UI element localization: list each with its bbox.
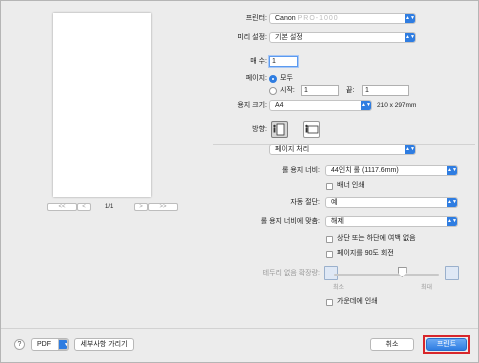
- printer-label: 프린터:: [245, 15, 267, 22]
- updown-arrow-icon: ▲▼: [447, 217, 457, 226]
- presets-value: 기본 설정: [275, 34, 303, 41]
- updown-arrow-icon: ▲▼: [361, 101, 371, 110]
- updown-arrow-icon: ▲▼: [405, 145, 415, 154]
- pages-from-input[interactable]: 1: [301, 85, 339, 96]
- paper-size-select[interactable]: A4 ▲▼: [269, 100, 372, 111]
- no-margin-checkbox[interactable]: [326, 236, 333, 243]
- landscape-icon: [305, 124, 319, 134]
- orientation-label: 방향:: [252, 126, 267, 133]
- presets-select[interactable]: 기본 설정 ▲▼: [269, 32, 416, 43]
- printer-model-obscured: PRO-1000: [297, 15, 339, 22]
- updown-arrow-icon: ▲▼: [447, 166, 457, 175]
- page-preview: [53, 13, 151, 197]
- paper-size-value: A4: [275, 102, 284, 109]
- pdf-label: PDF: [37, 341, 51, 348]
- rotate-90-checkbox[interactable]: [326, 251, 333, 258]
- no-margin-label: 상단 또는 하단에 여백 없음: [337, 235, 416, 242]
- next-page-button[interactable]: >: [134, 203, 148, 211]
- slider-max-label: 최대: [421, 285, 433, 291]
- min-extension-icon: [324, 266, 338, 280]
- rotate-90-label: 페이지를 90도 회전: [337, 250, 394, 257]
- auto-cut-value: 예: [331, 199, 338, 206]
- roll-width-value: 44인치 롤 (1117.6mm): [331, 167, 399, 174]
- last-page-icon: >>: [159, 204, 167, 210]
- first-page-icon: <<: [58, 204, 66, 210]
- fit-roll-value: 해제: [331, 218, 344, 225]
- max-extension-icon: [445, 266, 459, 280]
- portrait-orientation-button[interactable]: [271, 121, 288, 138]
- print-button-highlight: [423, 335, 470, 354]
- center-print-label: 가운데에 인쇄: [337, 298, 378, 305]
- auto-cut-label: 자동 절단:: [290, 199, 320, 206]
- portrait-icon: [273, 123, 285, 136]
- fit-roll-label: 롤 용지 너비에 맞춤:: [260, 218, 320, 225]
- pages-all-label: 모두: [280, 75, 293, 82]
- updown-arrow-icon: ▲▼: [405, 14, 415, 23]
- fit-roll-select[interactable]: 해제 ▲▼: [325, 216, 458, 227]
- first-page-button[interactable]: <<: [47, 203, 77, 211]
- pages-from-label: 시작:: [280, 87, 295, 94]
- updown-arrow-icon: ▲▼: [405, 33, 415, 42]
- section-select[interactable]: 페이지 처리 ▲▼: [269, 144, 416, 155]
- pdf-menu-button[interactable]: PDF ▼: [31, 338, 69, 351]
- copies-input[interactable]: 1: [269, 56, 298, 67]
- pages-range-radio[interactable]: [269, 87, 277, 95]
- landscape-orientation-button[interactable]: [303, 121, 320, 138]
- prev-page-button[interactable]: <: [77, 203, 91, 211]
- roll-width-label: 롤 용지 너비:: [281, 167, 320, 174]
- center-print-checkbox[interactable]: [326, 299, 333, 306]
- printer-select[interactable]: Canon PRO-1000 ▲▼: [269, 13, 416, 24]
- presets-label: 미리 설정:: [237, 34, 267, 41]
- borderless-extension-slider[interactable]: [334, 274, 439, 276]
- next-page-icon: >: [139, 204, 143, 210]
- help-button[interactable]: ?: [14, 339, 25, 350]
- prev-page-icon: <: [82, 204, 86, 210]
- roll-width-select[interactable]: 44인치 롤 (1117.6mm) ▲▼: [325, 165, 458, 176]
- help-icon: ?: [17, 341, 22, 348]
- pages-all-radio[interactable]: [269, 75, 277, 83]
- pages-to-input[interactable]: 1: [362, 85, 409, 96]
- page-count: 1/1: [105, 204, 114, 210]
- copies-label: 매 수:: [250, 58, 267, 65]
- pages-label: 페이지:: [245, 75, 267, 82]
- printer-value: Canon: [275, 15, 296, 22]
- section-value: 페이지 처리: [275, 146, 310, 153]
- hide-details-button[interactable]: 세부사항 가리기: [74, 338, 134, 351]
- slider-min-label: 최소: [333, 285, 345, 291]
- banner-print-checkbox[interactable]: [326, 183, 333, 190]
- print-dialog: << < 1/1 > >> 프린터: Canon PRO-1000 ▲▼ 미리 …: [0, 0, 479, 363]
- paper-dimensions: 210 x 297mm: [377, 102, 417, 109]
- borderless-extension-label: 테두리 없음 확장량:: [262, 270, 320, 277]
- pages-to-label: 끝:: [346, 87, 355, 94]
- banner-print-label: 배너 인쇄: [337, 182, 365, 189]
- footer-divider: [1, 328, 478, 329]
- paper-size-label: 용지 크기:: [237, 102, 267, 109]
- last-page-button[interactable]: >>: [148, 203, 178, 211]
- auto-cut-select[interactable]: 예 ▲▼: [325, 197, 458, 208]
- cancel-button[interactable]: 취소: [370, 338, 414, 351]
- updown-arrow-icon: ▲▼: [447, 198, 457, 207]
- chevron-down-icon: ▼: [58, 339, 68, 350]
